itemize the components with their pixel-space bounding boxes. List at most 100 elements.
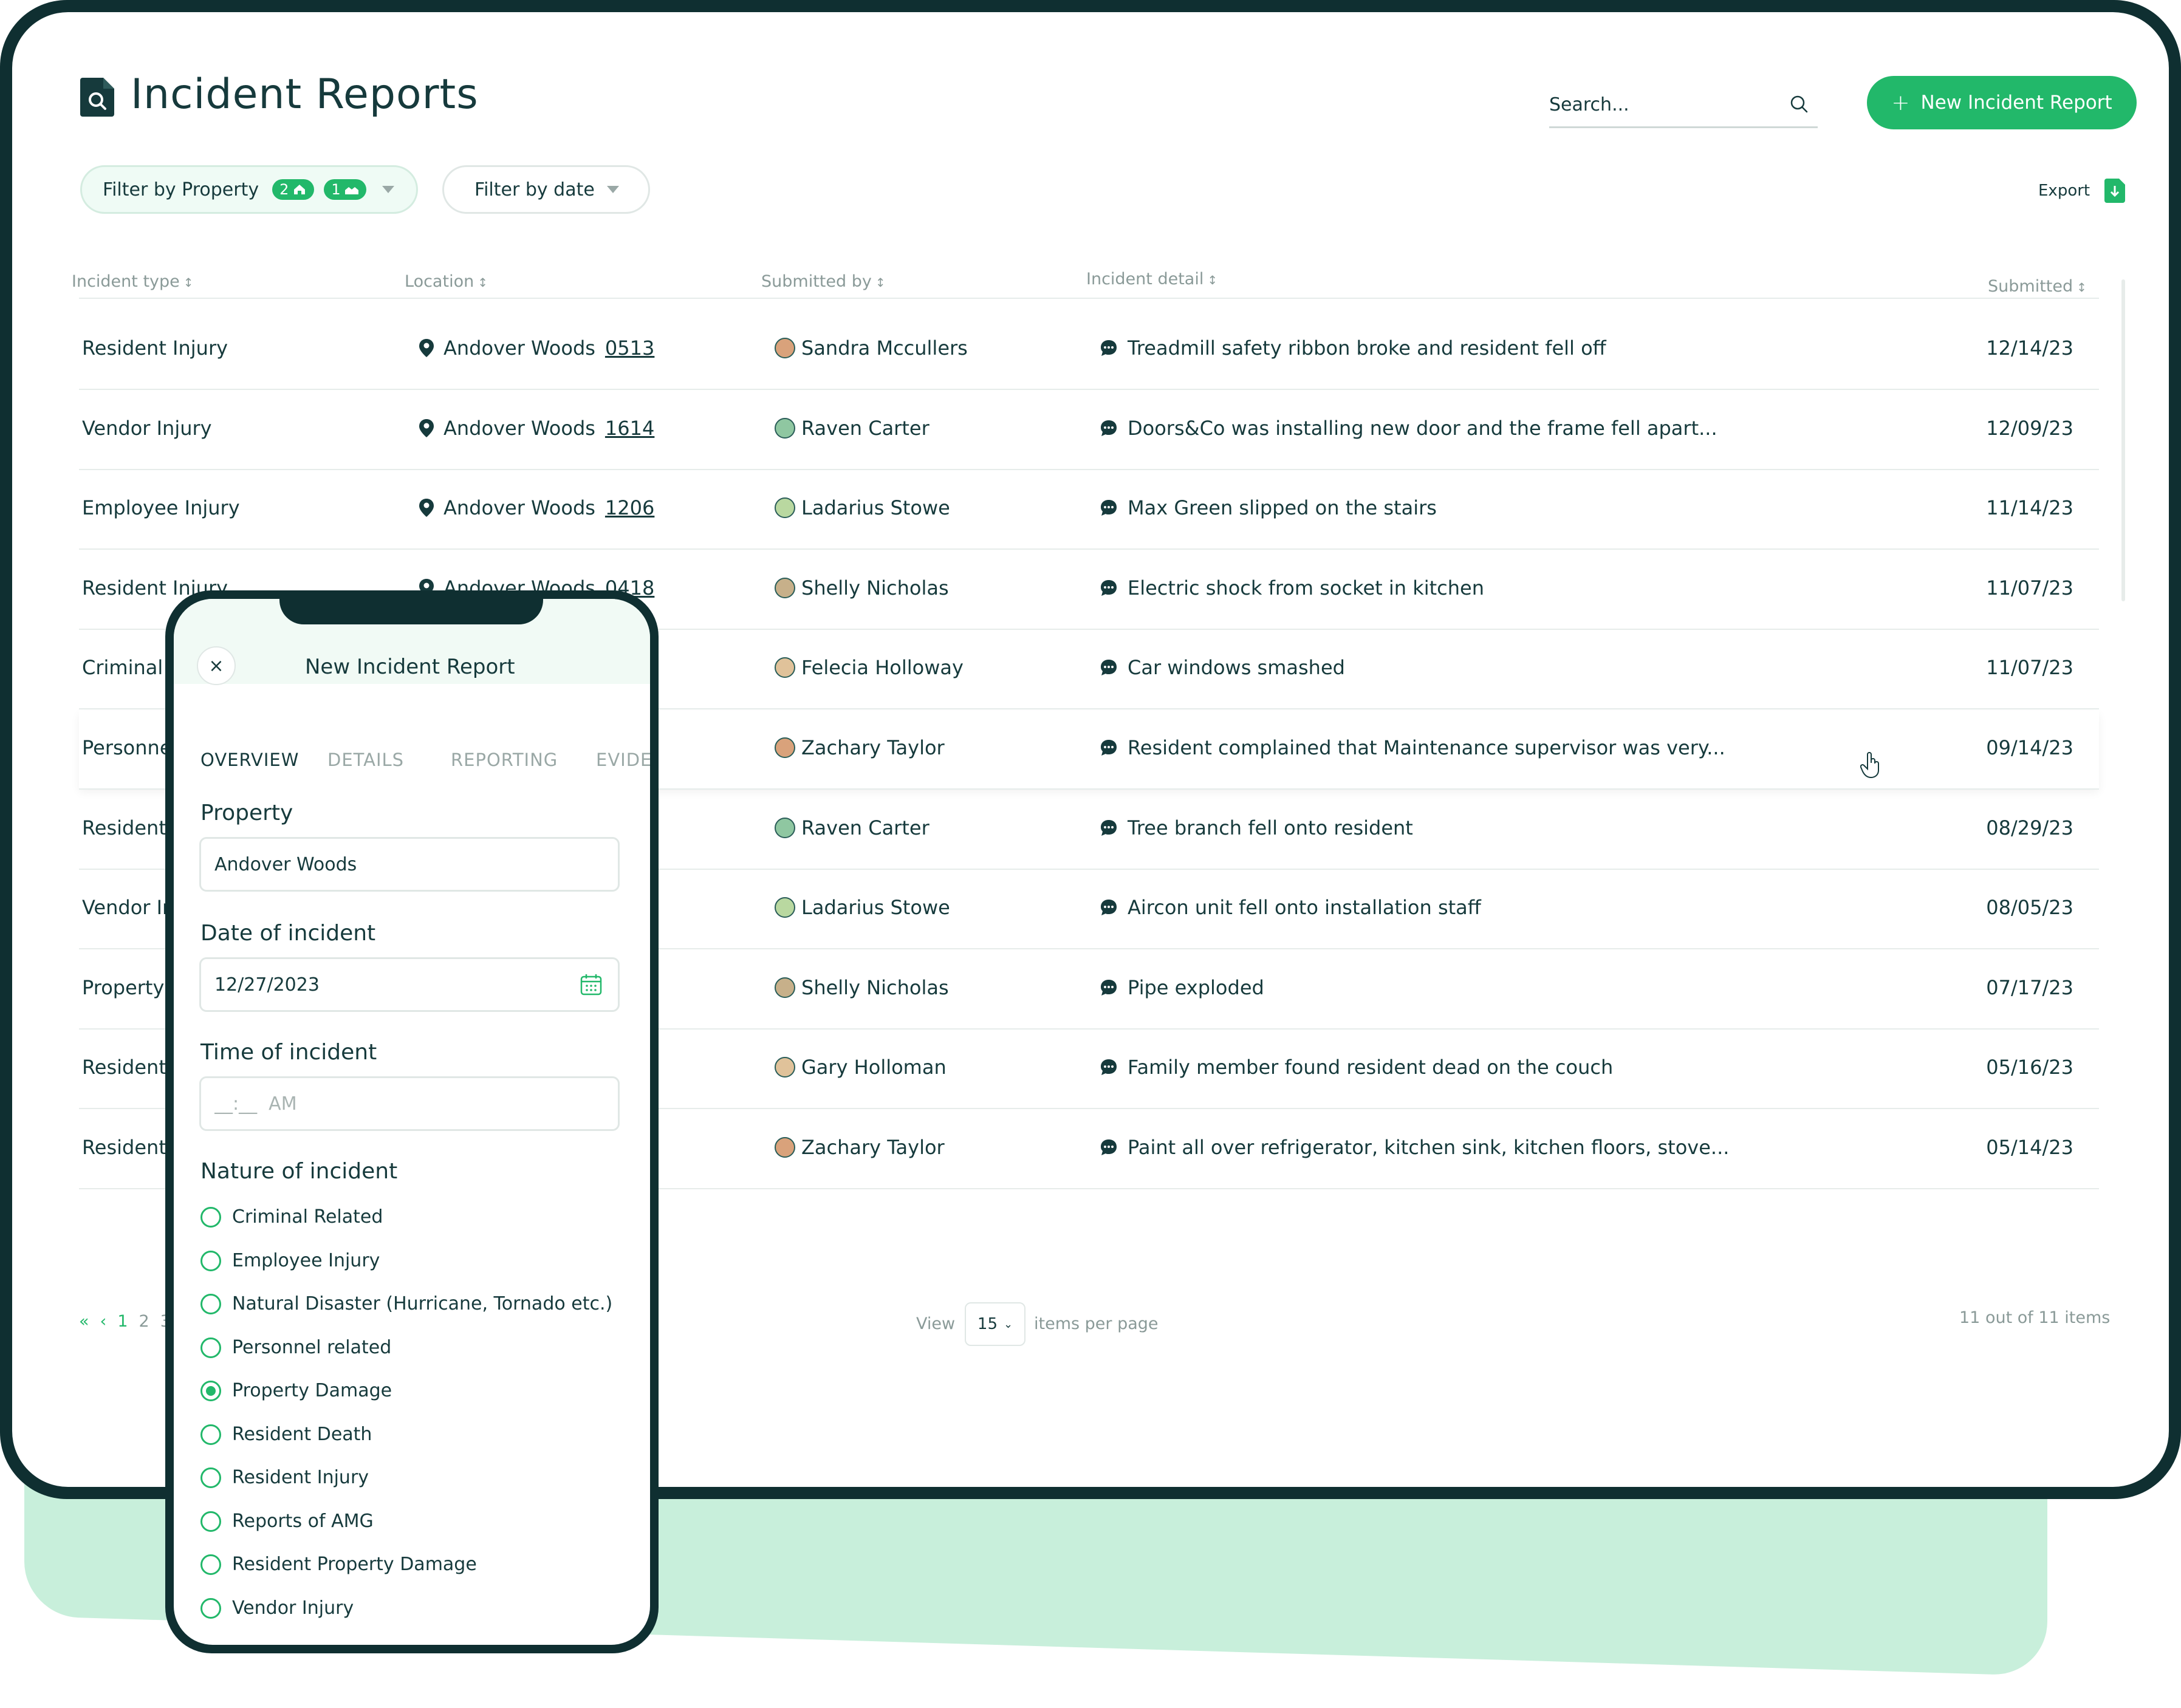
nature-option-label: Personnel related (232, 1337, 392, 1358)
property-input[interactable] (214, 851, 567, 878)
tab-reporting[interactable]: REPORTING (451, 750, 558, 770)
submitter-name: Ladarius Stowe (801, 896, 950, 919)
community-badge-count: 1 (331, 181, 341, 198)
radio-button[interactable] (200, 1206, 221, 1228)
avatar-icon (775, 338, 795, 358)
submitted-date-cell: 07/17/23 (1986, 976, 2073, 999)
nature-option-label: Natural Disaster (Hurricane, Tornado etc… (232, 1293, 613, 1314)
column-header-location[interactable]: Location ↕ (405, 272, 488, 291)
submitted-by-cell: Felecia Holloway (775, 656, 964, 679)
phone-frame: × New Incident Report OVERVIEW DETAILS R… (165, 590, 659, 1653)
tab-overview[interactable]: OVERVIEW (200, 750, 299, 770)
column-header-submitted[interactable]: Submitted ↕ (1988, 277, 2087, 296)
nature-option-label: Criminal Related (232, 1206, 383, 1228)
avatar-icon (775, 1057, 795, 1078)
incident-detail-cell: Doors&Co was installing new door and the… (1100, 417, 1717, 440)
date-field-label: Date of incident (200, 921, 376, 946)
items-per-page-select[interactable]: 15 ⌄ (965, 1302, 1025, 1346)
table-row[interactable]: Employee Injury Andover Woods 1206 Ladarius… (79, 471, 2099, 550)
nature-option[interactable]: Resident Property Damage (200, 1554, 477, 1575)
chat-bubble-icon (1101, 660, 1117, 675)
calendar-icon[interactable] (579, 972, 603, 997)
nature-option-label: Resident Property Damage (232, 1554, 477, 1575)
column-header-submitted-by[interactable]: Submitted by ↕ (761, 272, 886, 291)
incident-type-cell: Resident Injury (82, 336, 228, 360)
unit-link[interactable]: 1614 (605, 417, 654, 440)
nature-option[interactable]: Natural Disaster (Hurricane, Tornado etc… (200, 1293, 612, 1314)
incident-detail-cell: Max Green slipped on the stairs (1100, 496, 1437, 519)
date-field[interactable] (199, 957, 620, 1012)
nature-option[interactable]: Criminal Related (200, 1206, 383, 1228)
dropdown-caret-icon (606, 186, 619, 193)
sort-icon: ↕ (478, 275, 488, 290)
radio-button[interactable] (200, 1597, 221, 1619)
nature-option[interactable]: Vendor Injury (200, 1597, 354, 1619)
hand-cursor-icon (1860, 752, 1879, 779)
previous-page-button[interactable]: ‹ (100, 1312, 107, 1331)
submitted-by-cell: Raven Carter (775, 816, 930, 839)
nature-option[interactable]: Employee Injury (200, 1250, 380, 1271)
avatar-icon (775, 897, 795, 918)
search-box[interactable] (1549, 85, 1818, 128)
chat-bubble-icon (1101, 820, 1117, 836)
radio-button[interactable] (200, 1337, 221, 1358)
incident-detail-cell: Aircon unit fell onto installation staff (1100, 896, 1481, 919)
search-icon[interactable] (1789, 94, 1809, 114)
radio-button[interactable] (200, 1467, 221, 1488)
search-input[interactable] (1549, 90, 1780, 119)
incident-type-cell: Vendor Injury (82, 417, 212, 440)
incident-detail-text: Tree branch fell onto resident (1128, 816, 1413, 839)
incident-detail-text: Family member found resident dead on the… (1128, 1056, 1614, 1079)
incident-detail-cell: Resident complained that Maintenance sup… (1100, 736, 1725, 759)
chat-bubble-icon (1101, 340, 1117, 356)
submitted-by-cell: Shelly Nicholas (775, 976, 949, 999)
community-count-badge: 1 (324, 179, 366, 200)
date-input[interactable] (214, 971, 567, 998)
items-count: 11 out of 11 items (1959, 1308, 2111, 1327)
radio-button[interactable] (200, 1293, 221, 1314)
nature-option[interactable]: Personnel related (200, 1337, 391, 1358)
nature-option[interactable]: Property Damage (200, 1380, 392, 1401)
nature-option[interactable]: Resident Injury (200, 1467, 369, 1488)
radio-button[interactable] (200, 1250, 221, 1271)
nature-option[interactable]: Resident Death (200, 1424, 372, 1445)
time-input[interactable] (214, 1090, 567, 1117)
radio-button[interactable] (200, 1511, 221, 1532)
incident-detail-text: Resident complained that Maintenance sup… (1128, 736, 1725, 759)
column-header-incident-type[interactable]: Incident type ↕ (72, 272, 194, 291)
submitted-by-cell: Ladarius Stowe (775, 496, 950, 519)
new-incident-report-modal: × New Incident Report OVERVIEW DETAILS R… (174, 599, 650, 1645)
radio-button[interactable] (200, 1424, 221, 1445)
scrollbar[interactable] (2121, 279, 2125, 601)
submitter-name: Ladarius Stowe (801, 496, 950, 519)
unit-link[interactable]: 1206 (605, 496, 654, 519)
time-field[interactable] (199, 1076, 620, 1131)
incident-detail-cell: Treadmill safety ribbon broke and reside… (1100, 336, 1606, 360)
nature-option[interactable]: Reports of AMG (200, 1511, 374, 1532)
page-2-button[interactable]: 2 (139, 1312, 149, 1331)
first-page-button[interactable]: « (79, 1312, 89, 1331)
unit-link[interactable]: 0513 (605, 336, 654, 360)
filter-by-date-dropdown[interactable]: Filter by date (442, 165, 650, 214)
new-incident-report-button[interactable]: + New Incident Report (1867, 76, 2137, 129)
page-1-button[interactable]: 1 (117, 1312, 128, 1331)
property-badge-count: 2 (279, 181, 289, 198)
tab-evidence[interactable]: EVIDE (596, 750, 650, 770)
tab-details[interactable]: DETAILS (327, 750, 404, 770)
avatar-icon (775, 1137, 795, 1158)
property-field[interactable] (199, 837, 620, 892)
filter-by-property-dropdown[interactable]: Filter by Property 2 1 (80, 165, 418, 214)
column-label: Submitted by (761, 272, 872, 291)
submitter-name: Shelly Nicholas (801, 576, 949, 600)
export-button[interactable]: Export (2038, 179, 2126, 203)
table-row[interactable]: Resident Injury Andover Woods 0513 Sandra M… (79, 311, 2099, 390)
close-button[interactable]: × (197, 646, 236, 685)
nature-of-incident-label: Nature of incident (200, 1159, 398, 1184)
table-row[interactable]: Vendor Injury Andover Woods 1614 Raven Cart… (79, 391, 2099, 470)
radio-button[interactable] (200, 1380, 221, 1401)
incident-detail-text: Paint all over refrigerator, kitchen sin… (1128, 1136, 1730, 1159)
page-title: Incident Reports (131, 70, 479, 118)
houses-icon (344, 187, 358, 194)
radio-button[interactable] (200, 1554, 221, 1575)
column-header-incident-detail[interactable]: Incident detail ↕ (1086, 270, 1217, 289)
